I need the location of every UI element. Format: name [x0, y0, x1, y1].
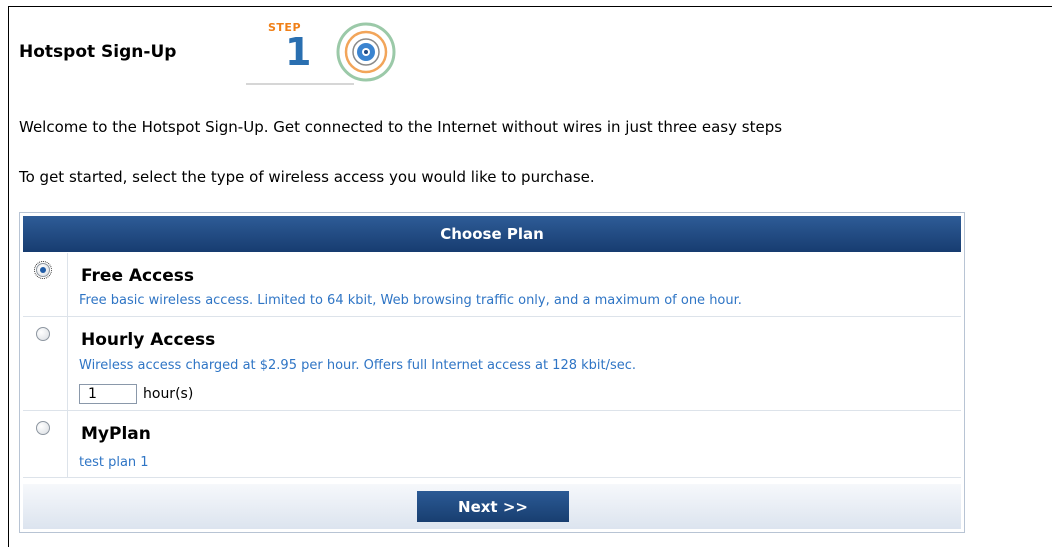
plan-description: Wireless access charged at $2.95 per hou… [79, 358, 637, 373]
radio-cell [23, 411, 68, 477]
next-button[interactable]: Next >> [417, 491, 569, 522]
radio-cell [23, 317, 68, 410]
radio-cell [23, 253, 68, 316]
plan-description: Free basic wireless access. Limited to 6… [79, 293, 742, 308]
hours-label: hour(s) [143, 386, 194, 402]
plan-description: test plan 1 [79, 455, 149, 470]
intro-text: Welcome to the Hotspot Sign-Up. Get conn… [19, 118, 783, 136]
hours-input[interactable] [79, 384, 137, 404]
plan-row-free-access: Free Access Free basic wireless access. … [23, 253, 961, 317]
page-title: Hotspot Sign-Up [19, 42, 177, 62]
myplan-radio[interactable] [36, 421, 50, 435]
plan-name: Free Access [81, 266, 194, 286]
plan-row-myplan: MyPlan test plan 1 [23, 411, 961, 478]
plan-name: MyPlan [81, 424, 151, 444]
plan-name: Hourly Access [81, 330, 216, 350]
step-number: 1 [285, 30, 312, 74]
plan-table: Choose Plan Free Access Free basic wirel… [19, 212, 965, 533]
plan-table-header: Choose Plan [23, 216, 961, 252]
plan-row-hourly-access: Hourly Access Wireless access charged at… [23, 317, 961, 411]
hourly-access-radio[interactable] [36, 327, 50, 341]
free-access-radio[interactable] [34, 261, 52, 279]
plan-table-footer: Next >> [23, 484, 961, 529]
hours-control: hour(s) [79, 384, 193, 404]
instruction-text: To get started, select the type of wirel… [19, 168, 595, 186]
